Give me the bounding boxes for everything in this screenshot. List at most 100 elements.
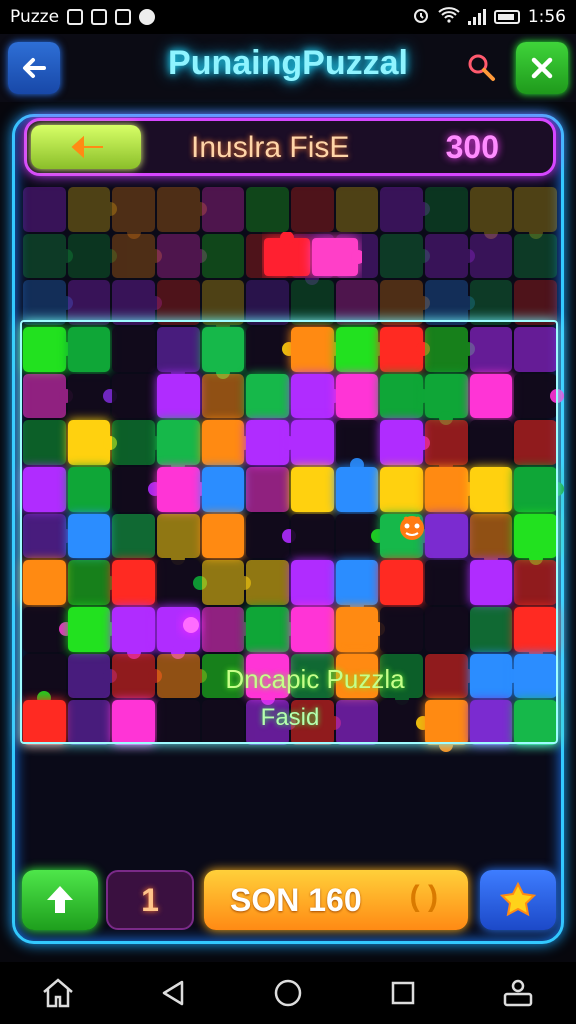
puzzle-tile[interactable] (514, 653, 557, 699)
puzzle-tile[interactable] (23, 420, 66, 465)
puzzle-tile[interactable] (201, 467, 245, 512)
puzzle-tile[interactable] (157, 187, 207, 232)
puzzle-tile[interactable] (246, 280, 289, 325)
puzzle-tile[interactable] (246, 513, 296, 559)
puzzle-tile[interactable] (23, 187, 66, 232)
puzzle-tile[interactable] (380, 187, 430, 232)
puzzle-tile[interactable] (246, 607, 296, 652)
puzzle-tile[interactable] (67, 700, 111, 745)
puzzle-tile[interactable] (67, 513, 111, 559)
puzzle-tile[interactable] (380, 280, 430, 325)
puzzle-tile[interactable] (246, 420, 296, 465)
puzzle-tile[interactable] (67, 607, 118, 652)
puzzle-tile[interactable] (23, 467, 66, 512)
puzzle-tile[interactable] (23, 280, 73, 325)
puzzle-tile[interactable] (157, 420, 200, 472)
puzzle-tile[interactable] (335, 467, 379, 512)
puzzle-tile[interactable] (335, 420, 379, 472)
puzzle-tile[interactable] (469, 700, 513, 745)
puzzle-tile[interactable] (380, 327, 430, 372)
puzzle-tile[interactable] (67, 233, 118, 279)
puzzle-tile[interactable] (157, 327, 200, 379)
puzzle-tile[interactable] (425, 327, 475, 372)
puzzle-tile[interactable] (23, 560, 66, 605)
puzzle-tile[interactable] (425, 420, 468, 472)
puzzle-tile[interactable] (291, 327, 341, 372)
puzzle-tile[interactable] (469, 233, 513, 279)
puzzle-tile[interactable] (112, 327, 155, 372)
puzzle-tile[interactable] (514, 280, 557, 325)
puzzle-tile[interactable] (335, 607, 386, 652)
puzzle-tile[interactable] (112, 700, 155, 745)
puzzle-tile[interactable] (157, 513, 200, 566)
puzzle-tile[interactable] (514, 513, 557, 566)
search-icon[interactable] (466, 52, 496, 82)
puzzle-tile[interactable] (246, 467, 289, 512)
puzzle-tile[interactable] (514, 373, 564, 419)
puzzle-tile[interactable] (67, 420, 118, 465)
puzzle-tile[interactable] (23, 327, 73, 372)
puzzle-tile[interactable] (425, 373, 468, 426)
puzzle-tile[interactable] (469, 187, 513, 239)
puzzle-tile[interactable] (201, 513, 245, 559)
puzzle-tile[interactable] (469, 280, 513, 325)
puzzle-tile[interactable] (23, 700, 66, 745)
puzzle-tile[interactable] (514, 327, 557, 372)
puzzle-tile[interactable] (514, 607, 557, 659)
puzzle-tile[interactable] (380, 420, 430, 465)
move-up-button[interactable] (22, 870, 98, 930)
puzzle-tile[interactable] (112, 420, 162, 465)
puzzle-tile[interactable] (469, 327, 513, 372)
puzzle-tile[interactable] (291, 373, 341, 419)
circle-home-icon[interactable] (268, 973, 308, 1013)
puzzle-tile[interactable] (67, 187, 118, 232)
puzzle-tile[interactable] (469, 607, 513, 652)
puzzle-tile[interactable] (112, 513, 155, 559)
puzzle-tile[interactable] (201, 607, 252, 652)
puzzle-tile[interactable] (157, 467, 207, 512)
puzzle-tile[interactable] (514, 233, 557, 279)
puzzle-tile[interactable] (425, 467, 475, 512)
puzzle-tile[interactable] (246, 327, 296, 372)
square-recents-icon[interactable] (383, 973, 423, 1013)
puzzle-tile[interactable] (201, 560, 252, 605)
puzzle-tile[interactable] (469, 467, 513, 512)
mascot-piece[interactable] (396, 510, 428, 546)
puzzle-tile[interactable] (514, 560, 557, 605)
puzzle-tile[interactable] (201, 373, 245, 419)
puzzle-tile[interactable] (335, 560, 379, 612)
puzzle-tile[interactable] (67, 653, 118, 699)
score-button[interactable]: SON 160 ( ) (204, 870, 468, 930)
puzzle-tile[interactable] (335, 327, 386, 372)
puzzle-tile[interactable] (425, 607, 468, 652)
puzzle-tile[interactable] (246, 187, 289, 232)
puzzle-tile[interactable] (112, 560, 155, 605)
puzzle-tile[interactable] (67, 280, 111, 325)
puzzle-tile[interactable] (291, 280, 334, 325)
puzzle-tile[interactable] (23, 513, 73, 559)
puzzle-tile[interactable] (157, 373, 200, 419)
puzzle-tile[interactable] (425, 513, 468, 559)
favorite-button[interactable] (480, 870, 556, 930)
puzzle-tile[interactable] (514, 700, 557, 745)
puzzle-tile[interactable] (291, 467, 334, 512)
puzzle-tile[interactable] (112, 373, 155, 419)
puzzle-tile[interactable] (335, 187, 379, 232)
puzzle-tile[interactable] (469, 373, 513, 419)
puzzle-tile[interactable] (157, 560, 207, 605)
puzzle-tile[interactable] (112, 187, 155, 239)
puzzle-tile[interactable] (425, 187, 468, 232)
puzzle-tile[interactable] (201, 280, 245, 332)
puzzle-tile[interactable] (380, 607, 423, 652)
puzzle-tile[interactable] (201, 187, 245, 232)
puzzle-tile[interactable] (157, 280, 200, 325)
user-icon[interactable] (498, 973, 538, 1013)
puzzle-tile[interactable] (246, 560, 289, 605)
puzzle-tile[interactable] (514, 187, 557, 239)
puzzle-tile[interactable] (67, 560, 118, 605)
puzzle-tile[interactable] (112, 280, 162, 325)
puzzle-tile[interactable] (112, 467, 162, 512)
puzzle-tile[interactable] (157, 233, 207, 279)
puzzle-tile[interactable] (380, 467, 423, 512)
close-button[interactable] (516, 42, 568, 94)
